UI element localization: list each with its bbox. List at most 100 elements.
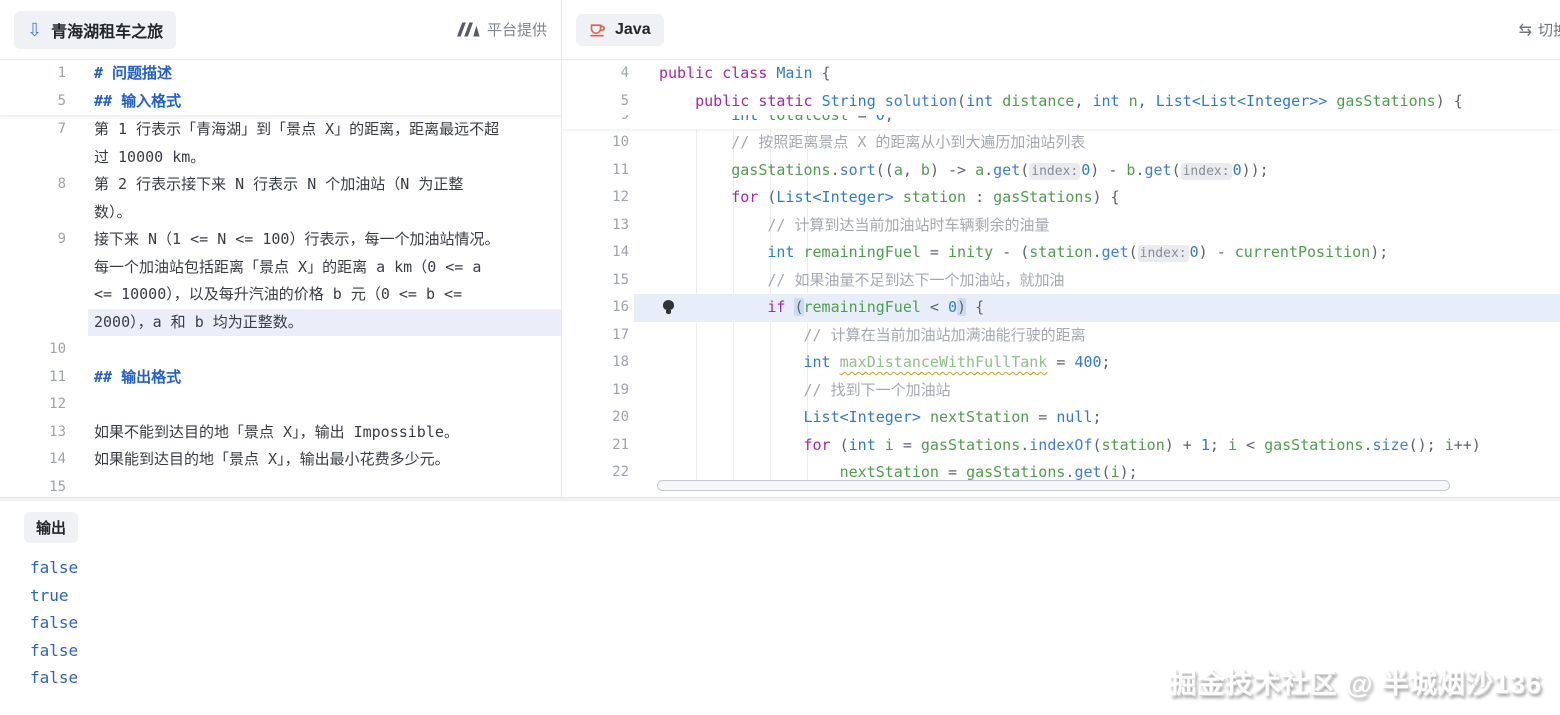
code-line-text: public class Main { bbox=[659, 60, 1560, 88]
switch-button[interactable]: ⇆ 切换 bbox=[1519, 19, 1560, 40]
output-line: true bbox=[24, 582, 1560, 610]
doc-line: 每一个加油站包括距离「景点 X」的距离 a km（0 <= a bbox=[0, 254, 561, 282]
problem-editor[interactable]: 1# 问题描述5## 输入格式 7第 1 行表示「青海湖」到「景点 X」的距离，… bbox=[0, 60, 561, 497]
doc-line: 2000），a 和 b 均为正整数。 bbox=[0, 309, 561, 337]
provider-label: 平台提供 bbox=[487, 19, 547, 40]
doc-line-text: ## 输入格式 bbox=[88, 88, 561, 116]
doc-line-text: 接下来 N（1 <= N <= 100）行表示，每一个加油站情况。 bbox=[88, 226, 561, 254]
line-number bbox=[0, 199, 66, 227]
code-line-text: // 如果油量不足到达下一个加油站，就加油 bbox=[659, 267, 1560, 295]
problem-sticky-lines: 1 # 问题描述 5 ## 输入格式 bbox=[0, 60, 561, 116]
output-line: false bbox=[24, 554, 1560, 582]
code-line-text: int totalCost = 0; bbox=[659, 115, 1560, 129]
code-line-text: // 计算在当前加油站加满油能行驶的距离 bbox=[659, 322, 1560, 350]
doc-line: 数）。 bbox=[0, 199, 561, 227]
output-line: false bbox=[24, 637, 1560, 665]
code-editor[interactable]: 4public class Main {5 public static Stri… bbox=[562, 60, 1560, 497]
code-partial-line: 9 int totalCost = 0; bbox=[562, 115, 1560, 129]
doc-line: 14 如果能到达目的地「景点 X」，输出最小花费多少元。 bbox=[0, 446, 561, 474]
code-line: 17 // 计算在当前加油站加满油能行驶的距离 bbox=[562, 322, 1560, 350]
platform-logo-icon bbox=[456, 22, 480, 37]
doc-line: 10 bbox=[0, 336, 561, 364]
problem-title: 青海湖租车之旅 bbox=[51, 18, 163, 42]
line-number: 11 bbox=[562, 157, 629, 185]
doc-line-text: ## 输出格式 bbox=[88, 364, 561, 392]
code-line: 9 int totalCost = 0; bbox=[562, 115, 1560, 129]
code-line: 10 // 按照距离景点 X 的距离从小到大遍历加油站列表 bbox=[562, 129, 1560, 157]
code-line: 18 int maxDistanceWithFullTank = 400; bbox=[562, 349, 1560, 377]
line-number: 18 bbox=[562, 349, 629, 377]
line-number: 5 bbox=[562, 88, 629, 116]
doc-line-text: 2000），a 和 b 均为正整数。 bbox=[88, 309, 561, 337]
line-number: 20 bbox=[562, 404, 629, 432]
platform-provider: 平台提供 bbox=[456, 19, 547, 40]
doc-line-text: 数）。 bbox=[88, 199, 561, 227]
code-line-text: // 按照距离景点 X 的距离从小到大遍历加油站列表 bbox=[659, 129, 1560, 157]
problem-header: ⇩ 青海湖租车之旅 平台提供 bbox=[0, 0, 561, 60]
doc-line: 过 10000 km。 bbox=[0, 144, 561, 172]
output-line: false bbox=[24, 609, 1560, 637]
line-number: 22 bbox=[562, 459, 629, 487]
code-line: 14 int remainingFuel = inity - (station.… bbox=[562, 239, 1560, 267]
output-tab[interactable]: 输出 bbox=[24, 512, 78, 543]
code-line-text: // 找到下一个加油站 bbox=[659, 377, 1560, 405]
main-split: ⇩ 青海湖租车之旅 平台提供 1# 问题描述5## 输入格式 7第 1 行表示「… bbox=[0, 0, 1560, 497]
code-line-text: int remainingFuel = inity - (station.get… bbox=[659, 239, 1560, 267]
language-tab[interactable]: Java bbox=[576, 14, 664, 46]
code-lines: 10 // 按照距离景点 X 的距离从小到大遍历加油站列表11 gasStati… bbox=[562, 129, 1560, 487]
code-line-text: for (int i = gasStations.indexOf(station… bbox=[659, 432, 1560, 460]
doc-line-text bbox=[88, 391, 561, 419]
code-line: 11 gasStations.sort((a, b) -> a.get(inde… bbox=[562, 157, 1560, 185]
line-number: 1 bbox=[0, 60, 66, 88]
code-line: 13 // 计算到达当前加油站时车辆剩余的油量 bbox=[562, 212, 1560, 240]
doc-line-text: 每一个加油站包括距离「景点 X」的距离 a km（0 <= a bbox=[88, 254, 561, 282]
doc-line-text bbox=[88, 336, 561, 364]
code-header: Java ⇆ 切换 bbox=[562, 0, 1560, 60]
watermark: 掘金技术社区 @ 半城烟沙136 bbox=[1170, 662, 1542, 701]
code-line-text: gasStations.sort((a, b) -> a.get(index:0… bbox=[659, 157, 1560, 185]
code-line-text: int maxDistanceWithFullTank = 400; bbox=[659, 349, 1560, 377]
code-panel: Java ⇆ 切换 4public class Main {5 public s… bbox=[562, 0, 1560, 497]
doc-line: 12 bbox=[0, 391, 561, 419]
code-line: 12 for (List<Integer> station : gasStati… bbox=[562, 184, 1560, 212]
code-line: 16 if (remainingFuel < 0) { bbox=[562, 294, 1560, 322]
doc-line-text bbox=[88, 474, 561, 498]
doc-line-text: # 问题描述 bbox=[88, 60, 561, 88]
horizontal-scrollbar[interactable] bbox=[657, 480, 1450, 491]
line-number: 13 bbox=[562, 212, 629, 240]
code-line: 4 public class Main { bbox=[562, 60, 1560, 88]
line-number: 10 bbox=[0, 336, 66, 364]
line-number: 14 bbox=[562, 239, 629, 267]
language-label: Java bbox=[615, 21, 651, 39]
code-line: 19 // 找到下一个加油站 bbox=[562, 377, 1560, 405]
code-line: 5 public static String solution(int dist… bbox=[562, 88, 1560, 116]
line-number: 5 bbox=[0, 88, 66, 116]
line-number: 14 bbox=[0, 446, 66, 474]
doc-line: <= 10000），以及每升汽油的价格 b 元（0 <= b <= bbox=[0, 281, 561, 309]
line-number: 4 bbox=[562, 60, 629, 88]
line-number: 13 bbox=[0, 419, 66, 447]
java-cup-icon bbox=[589, 21, 606, 38]
code-line-text: public static String solution(int distan… bbox=[659, 88, 1560, 116]
doc-line-text: 如果能到达目的地「景点 X」，输出最小花费多少元。 bbox=[88, 446, 561, 474]
doc-line-text: <= 10000），以及每升汽油的价格 b 元（0 <= b <= bbox=[88, 281, 561, 309]
doc-line: 9接下来 N（1 <= N <= 100）行表示，每一个加油站情况。 bbox=[0, 226, 561, 254]
code-line: 21 for (int i = gasStations.indexOf(stat… bbox=[562, 432, 1560, 460]
line-number bbox=[0, 144, 66, 172]
doc-line: 13如果不能到达目的地「景点 X」，输出 Impossible。 bbox=[0, 419, 561, 447]
doc-line: 15 bbox=[0, 474, 561, 498]
doc-line-text: 过 10000 km。 bbox=[88, 144, 561, 172]
code-line: 20 List<Integer> nextStation = null; bbox=[562, 404, 1560, 432]
code-sticky-lines: 4public class Main {5 public static Stri… bbox=[562, 60, 1560, 129]
doc-line: 5 ## 输入格式 bbox=[0, 88, 561, 116]
line-number: 8 bbox=[0, 171, 66, 199]
doc-line-text: 第 2 行表示接下来 N 行表示 N 个加油站（N 为正整 bbox=[88, 171, 561, 199]
download-arrow-icon: ⇩ bbox=[27, 21, 42, 39]
code-line-text: for (List<Integer> station : gasStations… bbox=[659, 184, 1560, 212]
problem-tab[interactable]: ⇩ 青海湖租车之旅 bbox=[14, 11, 176, 49]
line-number: 10 bbox=[562, 129, 629, 157]
line-number: 12 bbox=[562, 184, 629, 212]
line-number: 21 bbox=[562, 432, 629, 460]
line-number: 12 bbox=[0, 391, 66, 419]
doc-line: 8 第 2 行表示接下来 N 行表示 N 个加油站（N 为正整 bbox=[0, 171, 561, 199]
